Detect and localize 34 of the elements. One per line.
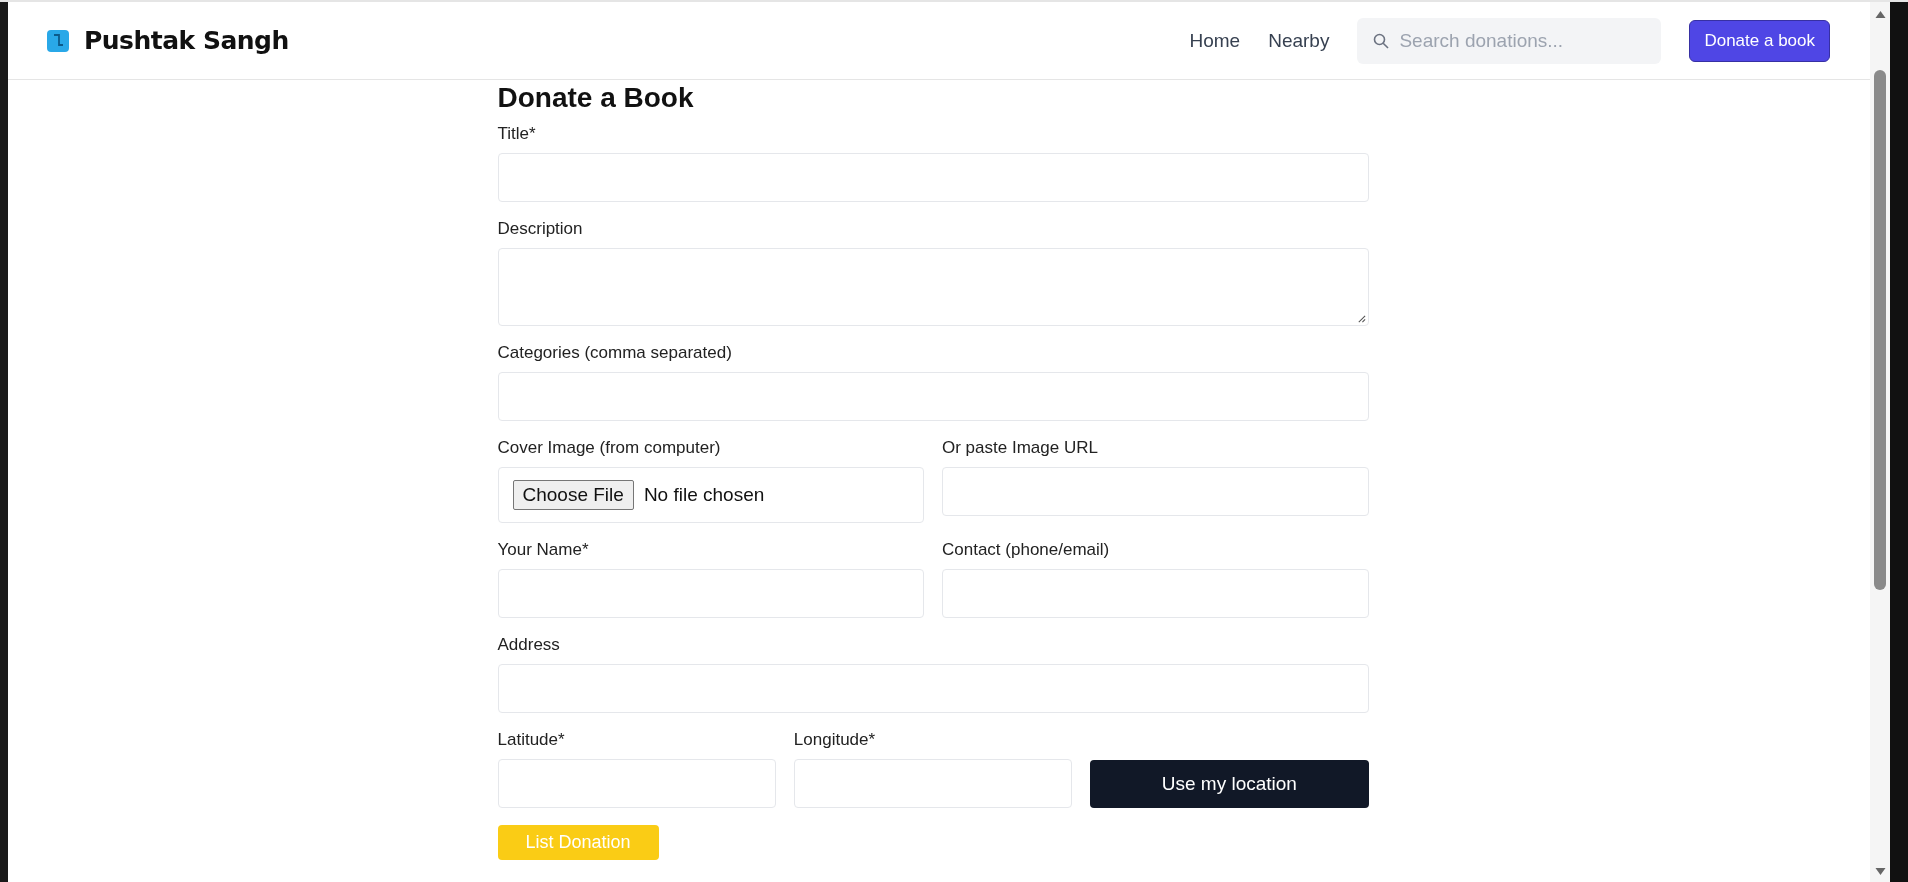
input-field[interactable] xyxy=(793,759,1073,808)
choose-file-button[interactable]: Choose File xyxy=(512,480,634,510)
resize-handle-icon[interactable] xyxy=(1356,314,1366,323)
input-field[interactable] xyxy=(497,153,1369,202)
input-field[interactable] xyxy=(497,664,1369,713)
field-label: Your Name* xyxy=(497,540,590,560)
scroll-up-icon[interactable] xyxy=(1874,10,1886,18)
field-label: Description xyxy=(497,219,584,239)
nav-link[interactable]: Nearby xyxy=(1268,29,1330,52)
donate-button[interactable]: Donate a book xyxy=(1689,19,1830,62)
location-button[interactable]: Use my location xyxy=(1090,760,1369,808)
brand-name: Pushtak Sangh xyxy=(84,26,289,55)
form-title: Donate a Book xyxy=(497,82,695,114)
search-field[interactable]: Search donations... xyxy=(1357,17,1662,64)
input-field[interactable] xyxy=(497,569,924,618)
scroll-down-icon[interactable] xyxy=(1874,868,1886,876)
file-status: No file chosen xyxy=(643,484,765,506)
logo-icon xyxy=(46,28,70,53)
field-label: Title* xyxy=(497,124,537,144)
input-field[interactable] xyxy=(497,372,1369,421)
field-label: Categories (comma separated) xyxy=(497,343,733,363)
input-field[interactable] xyxy=(942,467,1369,516)
field-label: Contact (phone/email) xyxy=(942,540,1111,560)
input-field[interactable] xyxy=(497,759,776,808)
field-label: Address xyxy=(497,635,561,655)
scrollbar[interactable] xyxy=(1870,2,1890,882)
scroll-thumb[interactable] xyxy=(1874,70,1886,590)
input-field[interactable] xyxy=(942,569,1369,618)
field-label: Longitude* xyxy=(793,730,877,750)
nav-link[interactable]: Home xyxy=(1189,29,1241,52)
field-label: Cover Image (from computer) xyxy=(497,438,722,458)
field-label: Latitude* xyxy=(497,730,566,750)
search-icon xyxy=(1373,32,1390,49)
field-label: Or paste Image URL xyxy=(942,438,1099,458)
